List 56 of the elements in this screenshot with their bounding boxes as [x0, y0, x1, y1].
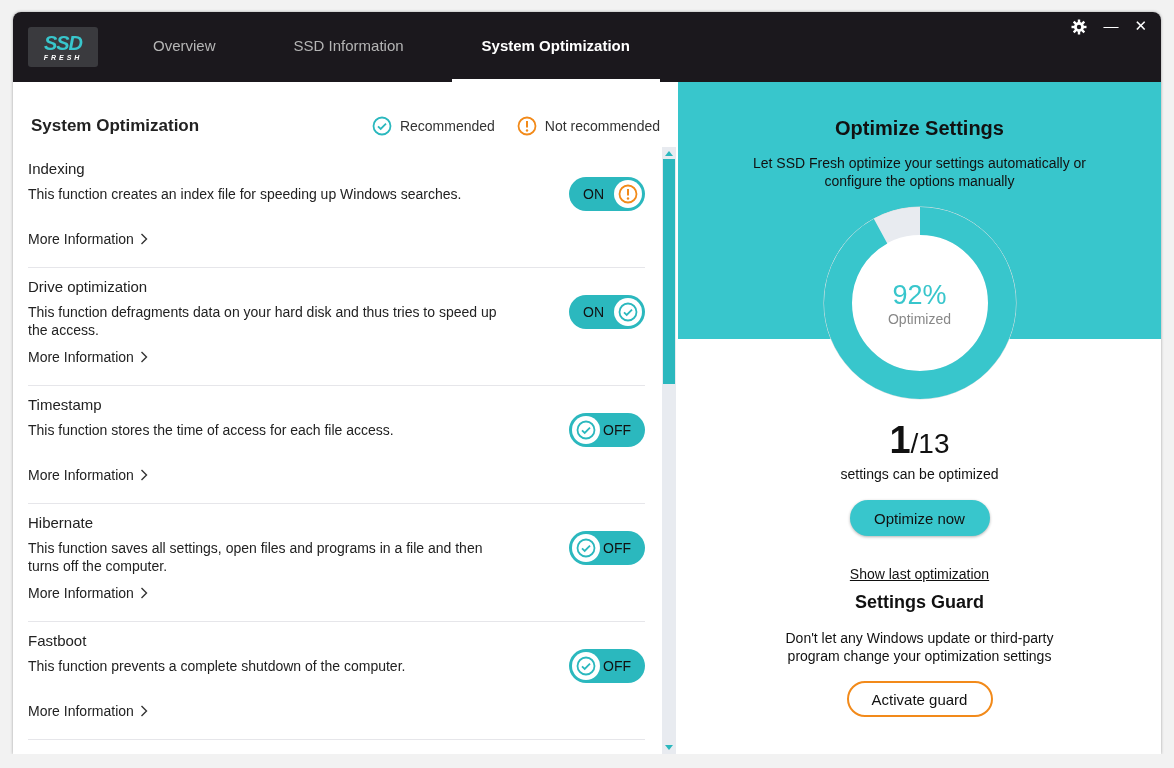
optimized-percent: 92% [892, 279, 947, 311]
logo-text: SSD [43, 32, 83, 53]
setting-description: This function prevents a complete shutdown of the computer. [28, 657, 407, 676]
check-circle-icon [576, 420, 596, 440]
more-information-link[interactable]: More Information [28, 349, 148, 365]
panel-title: Optimize Settings [835, 117, 1004, 140]
panel-subtitle: Let SSD Fresh optimize your settings automatically or configure the options manually [752, 154, 1087, 190]
setting-title: Hibernate [28, 514, 95, 531]
warning-icon [618, 184, 638, 204]
toggle-switch[interactable]: OFF [569, 531, 645, 565]
guard-title: Settings Guard [855, 592, 984, 613]
legend-label: Recommended [399, 118, 495, 134]
optimized-label: Optimized [888, 310, 951, 327]
scrollbar[interactable] [662, 147, 676, 754]
chevron-right-icon [139, 469, 148, 481]
check-circle-icon [576, 538, 596, 558]
settings-total: /13 [910, 428, 950, 460]
guard-description: Don't let any Windows update or third-party program change your optimization settings [784, 629, 1055, 665]
nav-tab[interactable]: Overview [123, 12, 246, 82]
chevron-right-icon [139, 351, 148, 363]
more-information-link[interactable]: More Information [28, 585, 148, 601]
check-circle-icon [618, 302, 638, 322]
chevron-right-icon [139, 587, 148, 599]
setting-title: Indexing [28, 160, 86, 177]
chevron-right-icon [139, 233, 148, 245]
more-information-link[interactable]: More Information [28, 703, 148, 719]
setting-description: This function creates an index file for speeding up Windows searches. [28, 185, 463, 204]
optimize-now-button[interactable]: Optimize now [849, 500, 990, 536]
setting-description: This function defragments data on your hard disk and thus tries to speed up the access. [28, 303, 498, 340]
chevron-right-icon [139, 705, 148, 717]
close-button[interactable]: ✕ [1134, 18, 1147, 34]
toggle-switch[interactable]: ON [569, 177, 645, 211]
minimize-button[interactable]: — [1103, 18, 1119, 34]
nav-tab[interactable]: System Optimization [451, 12, 660, 82]
toggle-switch[interactable]: ON [569, 295, 645, 329]
check-circle-icon [576, 656, 596, 676]
legend-label: Not recommended [544, 118, 660, 134]
check-circle-icon [371, 116, 392, 136]
settings-count: 1 [889, 419, 911, 462]
more-information-link[interactable]: More Information [28, 231, 148, 247]
settings-icon[interactable] [1071, 19, 1088, 35]
scrollbar-thumb[interactable] [663, 159, 675, 384]
setting-title: Timestamp [28, 396, 103, 413]
activate-guard-button[interactable]: Activate guard [846, 681, 993, 717]
toggle-switch[interactable]: OFF [569, 413, 645, 447]
nav-tab[interactable]: SSD Information [263, 12, 434, 82]
section-title: System Optimization [31, 116, 200, 136]
warning-icon [516, 116, 537, 136]
show-last-optimization-link[interactable]: Show last optimization [849, 566, 990, 582]
toggle-switch[interactable]: OFF [569, 649, 645, 683]
more-information-link[interactable]: More Information [28, 467, 148, 483]
setting-description: This function stores the time of access for each file access. [28, 421, 395, 440]
setting-title: Fastboot [28, 632, 88, 649]
setting-title: Drive optimization [28, 278, 149, 295]
setting-description: This function saves all settings, open files and programs in a file and then turns off the computer. [28, 539, 484, 576]
count-caption: settings can be optimized [840, 466, 999, 482]
